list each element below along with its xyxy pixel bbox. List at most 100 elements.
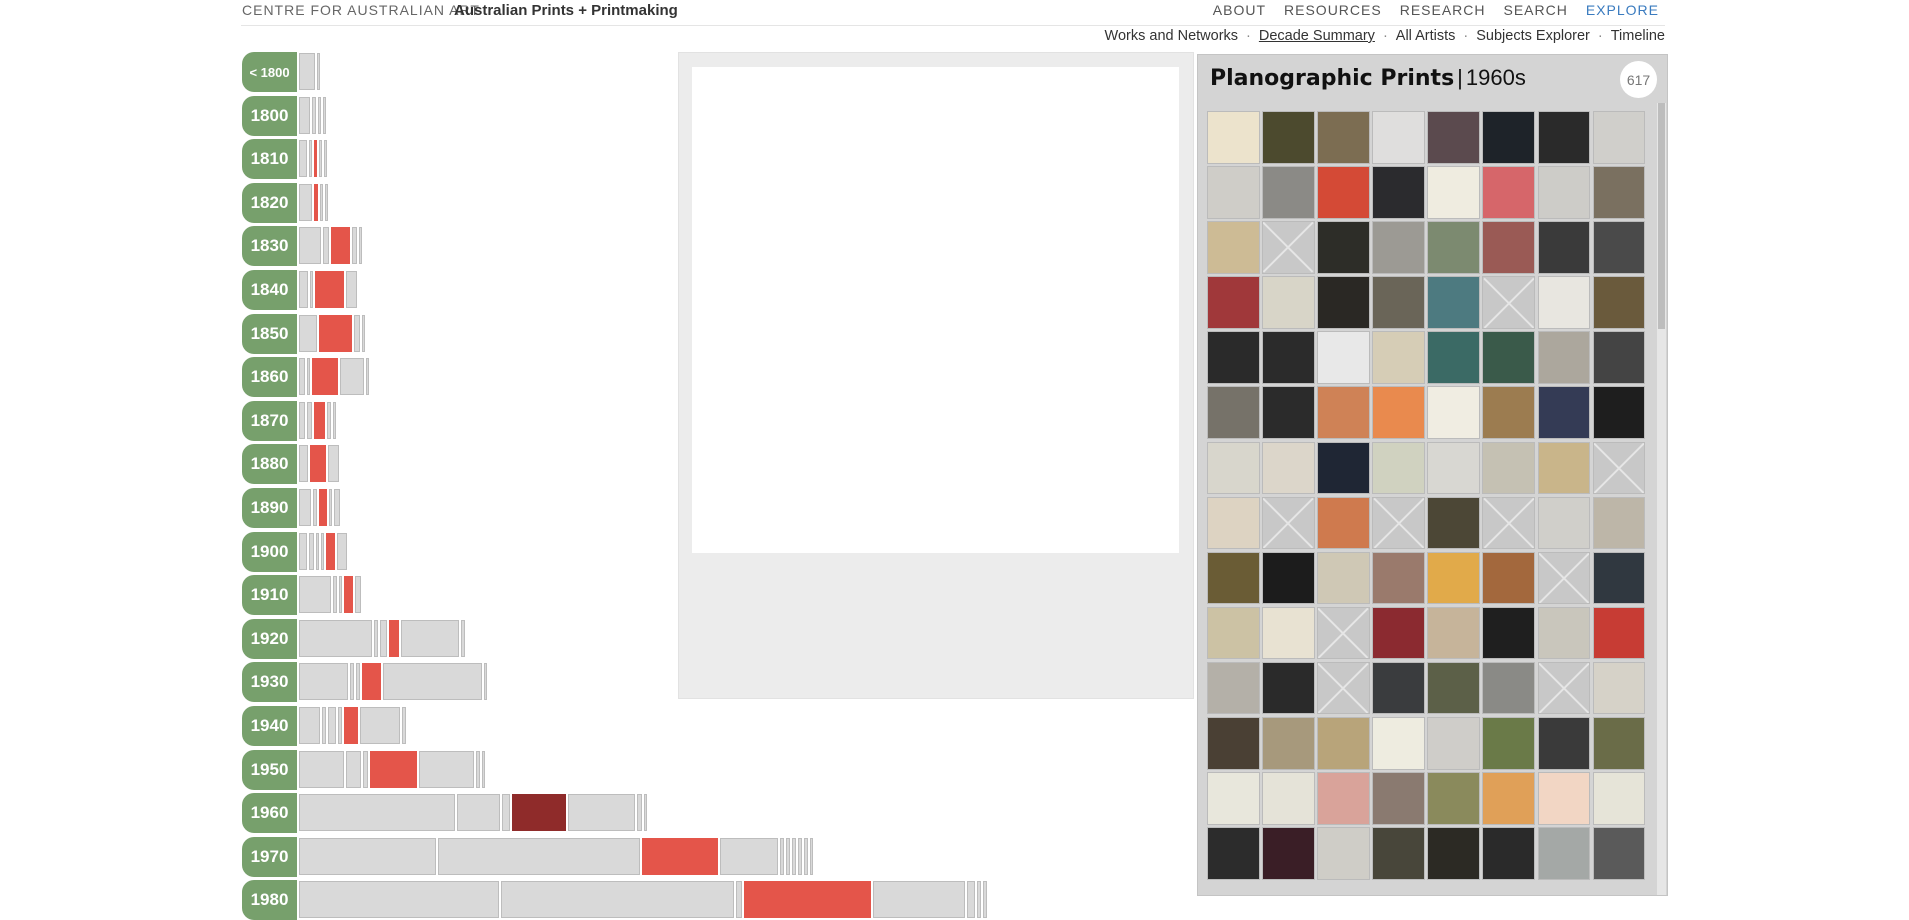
decade-button-1870[interactable]: 1870: [242, 400, 297, 441]
topnav-explore[interactable]: EXPLORE: [1586, 2, 1659, 18]
category-bar[interactable]: [501, 881, 734, 919]
artwork-thumbnail[interactable]: [1262, 606, 1315, 660]
category-bar[interactable]: [792, 837, 796, 875]
category-bar[interactable]: [309, 140, 312, 178]
artwork-thumbnail[interactable]: [1537, 827, 1591, 880]
category-bar[interactable]: [337, 532, 347, 570]
artwork-thumbnail[interactable]: [1372, 772, 1425, 825]
artwork-thumbnail[interactable]: [1317, 386, 1370, 439]
decade-button-1840[interactable]: 1840: [242, 270, 297, 310]
decade-button-1890[interactable]: 1890: [242, 488, 297, 528]
artwork-thumbnail[interactable]: [1482, 827, 1535, 880]
category-bar[interactable]: [299, 140, 307, 178]
category-bar[interactable]: [983, 881, 987, 919]
artwork-thumbnail[interactable]: [1482, 441, 1535, 495]
artwork-thumbnail[interactable]: [1592, 661, 1646, 715]
category-bar[interactable]: [299, 532, 307, 570]
artwork-thumbnail[interactable]: [1592, 772, 1646, 825]
topnav-search[interactable]: SEARCH: [1504, 2, 1568, 18]
artwork-thumbnail[interactable]: [1317, 441, 1370, 495]
category-bar[interactable]: [307, 358, 310, 396]
category-bar[interactable]: [318, 96, 321, 134]
missing-image-thumbnail[interactable]: [1537, 661, 1591, 715]
artwork-thumbnail[interactable]: [1372, 827, 1425, 880]
artwork-thumbnail[interactable]: [1317, 551, 1370, 605]
category-bar[interactable]: [328, 445, 339, 483]
category-bar[interactable]: [798, 837, 802, 875]
artwork-thumbnail[interactable]: [1482, 606, 1535, 660]
artwork-thumbnail[interactable]: [1592, 717, 1646, 770]
artwork-thumbnail[interactable]: [1427, 111, 1480, 164]
decade-button-1820[interactable]: 1820: [242, 182, 297, 223]
artwork-thumbnail[interactable]: [1537, 221, 1591, 274]
artwork-thumbnail[interactable]: [1592, 221, 1646, 274]
category-bar[interactable]: [568, 794, 635, 832]
missing-image-thumbnail[interactable]: [1262, 221, 1315, 274]
artwork-thumbnail[interactable]: [1592, 276, 1646, 329]
org-name[interactable]: CENTRE FOR AUSTRALIAN ART: [242, 2, 480, 18]
artwork-thumbnail[interactable]: [1207, 606, 1260, 660]
missing-image-thumbnail[interactable]: [1317, 661, 1370, 715]
category-bar[interactable]: [321, 532, 324, 570]
artwork-thumbnail[interactable]: [1537, 276, 1591, 329]
category-bar[interactable]: [366, 358, 369, 396]
artwork-thumbnail[interactable]: [1207, 441, 1260, 495]
category-bar[interactable]: [299, 358, 305, 396]
category-bar-highlight[interactable]: [642, 837, 718, 875]
category-bar[interactable]: [322, 707, 326, 744]
category-bar-highlight[interactable]: [314, 183, 318, 221]
artwork-thumbnail[interactable]: [1537, 606, 1591, 660]
artwork-thumbnail[interactable]: [1372, 661, 1425, 715]
category-bar[interactable]: [350, 663, 354, 701]
decade-button-1950[interactable]: 1950: [242, 749, 297, 790]
category-bar[interactable]: [299, 53, 315, 90]
artwork-thumbnail[interactable]: [1207, 111, 1260, 164]
category-bar[interactable]: [307, 401, 312, 439]
artwork-thumbnail[interactable]: [1262, 276, 1315, 329]
missing-image-thumbnail[interactable]: [1262, 496, 1315, 550]
artwork-thumbnail[interactable]: [1262, 551, 1315, 605]
topnav-research[interactable]: RESEARCH: [1400, 2, 1486, 18]
scrollbar-thumb[interactable]: [1658, 103, 1665, 329]
artwork-thumbnail[interactable]: [1427, 276, 1480, 329]
artwork-thumbnail[interactable]: [1537, 441, 1591, 495]
artwork-thumbnail[interactable]: [1317, 717, 1370, 770]
artwork-thumbnail[interactable]: [1482, 166, 1535, 219]
artwork-thumbnail[interactable]: [1427, 827, 1480, 880]
artwork-thumbnail[interactable]: [1372, 606, 1425, 660]
artwork-thumbnail[interactable]: [1372, 331, 1425, 384]
artwork-thumbnail[interactable]: [1372, 386, 1425, 439]
decade-button-1980[interactable]: 1980: [242, 880, 297, 920]
category-bar[interactable]: [299, 663, 348, 701]
category-bar[interactable]: [346, 271, 357, 308]
artwork-thumbnail[interactable]: [1262, 827, 1315, 880]
artwork-thumbnail[interactable]: [1317, 772, 1370, 825]
artwork-thumbnail[interactable]: [1537, 111, 1591, 164]
decade-button-1970[interactable]: 1970: [242, 836, 297, 877]
category-bar-highlight[interactable]: [512, 794, 566, 832]
category-bar[interactable]: [309, 532, 314, 570]
category-bar[interactable]: [383, 663, 482, 701]
artwork-thumbnail[interactable]: [1207, 496, 1260, 550]
category-bar-highlight[interactable]: [362, 663, 381, 701]
artwork-thumbnail[interactable]: [1317, 827, 1370, 880]
artwork-thumbnail[interactable]: [1537, 166, 1591, 219]
category-bar-highlight[interactable]: [389, 619, 399, 657]
artwork-thumbnail[interactable]: [1262, 111, 1315, 164]
category-bar[interactable]: [804, 837, 808, 875]
category-bar[interactable]: [323, 227, 329, 265]
artwork-thumbnail[interactable]: [1262, 772, 1315, 825]
category-bar-highlight[interactable]: [370, 750, 417, 788]
artwork-thumbnail[interactable]: [1372, 441, 1425, 495]
category-bar[interactable]: [362, 314, 365, 352]
artwork-thumbnail[interactable]: [1592, 111, 1646, 164]
category-bar[interactable]: [401, 619, 459, 657]
category-bar-highlight[interactable]: [319, 489, 327, 526]
category-bar[interactable]: [299, 750, 344, 788]
category-bar[interactable]: [327, 401, 331, 439]
category-bar[interactable]: [873, 881, 965, 919]
decade-button-1830[interactable]: 1830: [242, 226, 297, 267]
category-bar[interactable]: [780, 837, 784, 875]
artwork-thumbnail[interactable]: [1207, 551, 1260, 605]
category-bar[interactable]: [299, 401, 305, 439]
